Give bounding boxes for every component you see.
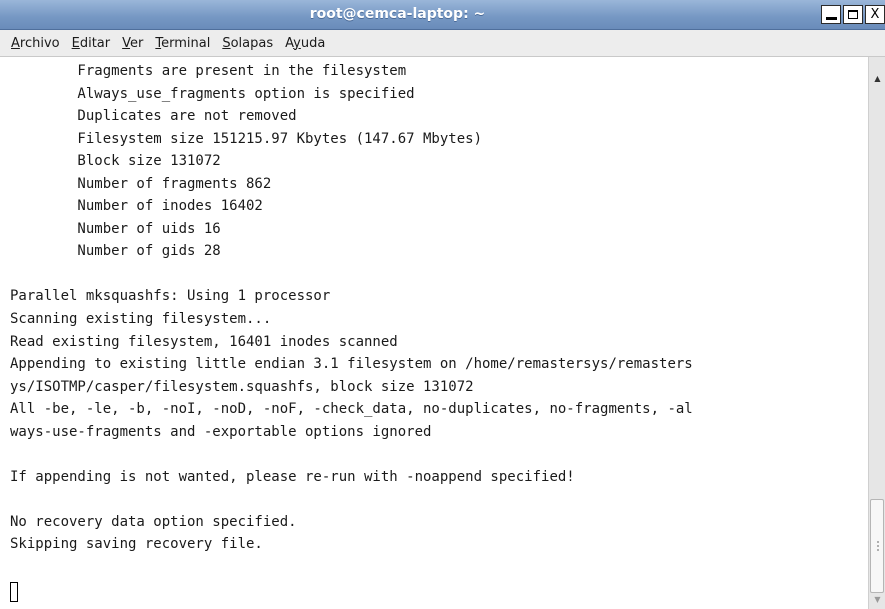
menu-editar[interactable]: Editar bbox=[67, 33, 116, 54]
maximize-button[interactable] bbox=[843, 5, 863, 24]
menu-archivo[interactable]: Archivo bbox=[6, 33, 65, 54]
terminal-line: Block size 131072 bbox=[10, 153, 221, 170]
minimize-icon bbox=[825, 17, 837, 20]
terminal-line: Number of uids 16 bbox=[10, 220, 221, 237]
title-bar[interactable]: root@cemca-laptop: ~ X bbox=[0, 0, 885, 30]
terminal-output[interactable]: Fragments are present in the filesystem … bbox=[0, 57, 868, 609]
terminal-line: ways-use-fragments and -exportable optio… bbox=[10, 423, 432, 440]
window-title: root@cemca-laptop: ~ bbox=[309, 6, 486, 22]
grip-icon bbox=[877, 540, 879, 552]
scrollbar-thumb[interactable] bbox=[870, 499, 884, 593]
menu-bar: Archivo Editar Ver Terminal Solapas Ayud… bbox=[0, 30, 885, 57]
terminal-line: Fragments are present in the filesystem bbox=[10, 63, 407, 79]
terminal-window: root@cemca-laptop: ~ X Archivo Editar Ve… bbox=[0, 0, 885, 609]
menu-ayuda[interactable]: Ayuda bbox=[280, 33, 330, 54]
terminal-line: Number of fragments 862 bbox=[10, 175, 272, 192]
terminal-line: Scanning existing filesystem... bbox=[10, 311, 272, 328]
maximize-icon bbox=[848, 10, 858, 19]
menu-terminal[interactable]: Terminal bbox=[150, 33, 215, 54]
menu-ver[interactable]: Ver bbox=[117, 33, 148, 54]
terminal-line: Always_use_fragments option is specified bbox=[10, 85, 415, 102]
terminal-line: Read existing filesystem, 16401 inodes s… bbox=[10, 333, 398, 350]
scroll-down-arrow-icon[interactable]: ▼ bbox=[871, 593, 884, 607]
close-icon: X bbox=[870, 7, 880, 22]
menu-solapas[interactable]: Solapas bbox=[217, 33, 278, 54]
text-cursor bbox=[10, 582, 18, 602]
terminal-line: All -be, -le, -b, -noI, -noD, -noF, -che… bbox=[10, 401, 693, 418]
scroll-up-arrow-icon[interactable]: ▲ bbox=[871, 72, 884, 86]
terminal-line: Skipping saving recovery file. bbox=[10, 536, 263, 553]
terminal-line: Filesystem size 151215.97 Kbytes (147.67… bbox=[10, 130, 483, 147]
vertical-scrollbar[interactable]: ▲ ▼ bbox=[868, 57, 885, 609]
terminal-line: Parallel mksquashfs: Using 1 processor bbox=[10, 288, 331, 305]
terminal-line: ys/ISOTMP/casper/filesystem.squashfs, bl… bbox=[10, 378, 474, 395]
terminal-line: If appending is not wanted, please re-ru… bbox=[10, 468, 575, 485]
terminal-line: Number of gids 28 bbox=[10, 243, 221, 260]
close-button[interactable]: X bbox=[865, 5, 885, 24]
minimize-button[interactable] bbox=[821, 5, 841, 24]
terminal-text: Fragments are present in the filesystem … bbox=[0, 57, 868, 556]
terminal-line: Appending to existing little endian 3.1 … bbox=[10, 356, 693, 373]
terminal-line: Duplicates are not removed bbox=[10, 108, 297, 125]
terminal-line: No recovery data option specified. bbox=[10, 513, 297, 530]
terminal-line: Number of inodes 16402 bbox=[10, 198, 263, 215]
window-controls: X bbox=[821, 5, 885, 24]
